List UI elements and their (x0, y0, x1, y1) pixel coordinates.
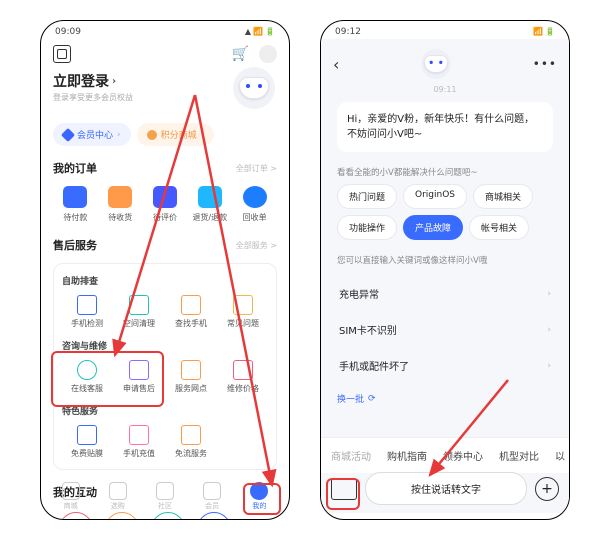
chevron-right-icon: › (547, 289, 551, 299)
login-label: 立即登录 (53, 71, 109, 91)
consult-title: 咨询与维修 (62, 339, 268, 352)
consult-service-point[interactable]: 服务网点 (166, 360, 216, 394)
btab-compare[interactable]: 机型对比 (499, 448, 539, 463)
self-find-phone[interactable]: 查找手机 (166, 295, 216, 329)
status-time-r: 09:12 (335, 27, 361, 37)
status-bar-r: 09:12 📶🔋 (321, 21, 569, 39)
bottom-tabs: 商城 选购 社区 会员 我的 (41, 478, 289, 515)
consult-online-service[interactable]: 在线客服 (62, 360, 112, 394)
tab-shop[interactable]: 选购 (109, 482, 127, 511)
btab-coupon[interactable]: 领券中心 (443, 448, 483, 463)
self-phone-check[interactable]: 手机检测 (62, 295, 112, 329)
phone-right: 09:12 📶🔋 ‹ ••• 09:11 Hi，亲爱的V粉，新年快乐！有什么问题… (320, 20, 570, 520)
refresh-icon: ⟳ (368, 394, 376, 404)
qa-sim[interactable]: SIM卡不识别› (333, 312, 557, 348)
btab-activity[interactable]: 商城活动 (331, 448, 371, 463)
feature-free-data[interactable]: 免流服务 (166, 425, 216, 459)
keyboard-button[interactable] (331, 478, 357, 500)
tab-mall[interactable]: 商城 (62, 482, 80, 511)
tab-member[interactable]: 会员 (203, 482, 221, 511)
order-recycle[interactable]: 回收单 (232, 186, 277, 223)
feature-free-film[interactable]: 免费贴膜 (62, 425, 112, 459)
feature-title: 特色服务 (62, 404, 268, 417)
status-bar: 09:09 ▲📶🔋 (41, 21, 289, 39)
feature-phone-recharge[interactable]: 手机充值 (114, 425, 164, 459)
btab-more[interactable]: 以 (555, 448, 565, 463)
all-orders-link[interactable]: 全部订单 > (236, 163, 277, 174)
coin-icon (147, 130, 157, 140)
member-center-pill[interactable]: 会员中心› (53, 123, 131, 146)
phone-left: 09:09 ▲📶🔋 🛒 立即登录 › 登录享受更多会员权益 会员中心› 积分商城… (40, 20, 290, 520)
orders-title: 我的订单 (53, 160, 97, 176)
bottom-tab-strip: 商城活动 购机指南 领券中心 机型对比 以 (321, 437, 569, 473)
status-time: 09:09 (55, 27, 81, 37)
tab-community[interactable]: 社区 (156, 482, 174, 511)
points-mall-pill[interactable]: 积分商城› (137, 123, 215, 146)
notify-icon[interactable] (259, 45, 277, 63)
chip-account[interactable]: 帐号相关 (469, 215, 529, 240)
self-space-clean[interactable]: 空间清理 (114, 295, 164, 329)
orders-row: 待付款 待收货 待评价 退货/退款 回收单 (53, 186, 277, 223)
status-icons: ▲📶🔋 (243, 27, 275, 37)
voice-input[interactable]: 按住说话转文字 (365, 472, 527, 505)
tab-mine[interactable]: 我的 (250, 482, 268, 511)
chevron-right-icon: › (547, 361, 551, 371)
chip-originos[interactable]: OriginOS (403, 184, 467, 209)
service-box: 自助排查 手机检测 空间清理 查找手机 常见问题 咨询与维修 在线客服 申请售后… (53, 263, 277, 470)
diamond-icon (61, 127, 75, 141)
consult-apply-after[interactable]: 申请售后 (114, 360, 164, 394)
chip-mall[interactable]: 商城相关 (473, 184, 533, 209)
bot-avatar (421, 49, 451, 79)
chevron-right-icon: › (547, 325, 551, 335)
chip-function[interactable]: 功能操作 (337, 215, 397, 240)
hint-categories: 看看全能的小V都能解决什么问题吧~ (337, 166, 553, 178)
qa-charging[interactable]: 充电异常› (333, 276, 557, 312)
qa-broken[interactable]: 手机或配件坏了› (333, 348, 557, 384)
shuffle-button[interactable]: 换一批⟳ (333, 384, 557, 413)
consult-repair-price[interactable]: 维修价格 (218, 360, 268, 394)
order-review[interactable]: 待评价 (143, 186, 188, 223)
cart-icon[interactable]: 🛒 (232, 46, 249, 62)
avatar[interactable] (233, 67, 275, 109)
self-faq[interactable]: 常见问题 (218, 295, 268, 329)
service-title: 售后服务 (53, 237, 97, 253)
self-check-title: 自助排查 (62, 274, 268, 287)
settings-icon[interactable] (53, 45, 71, 63)
chip-hot[interactable]: 热门问题 (337, 184, 397, 209)
btab-guide[interactable]: 购机指南 (387, 448, 427, 463)
chat-timestamp: 09:11 (333, 85, 557, 94)
chevron-right-icon: › (112, 76, 116, 87)
chip-product-fault[interactable]: 产品故障 (403, 215, 463, 240)
all-services-link[interactable]: 全部服务 > (236, 240, 277, 251)
order-pending-receive[interactable]: 待收货 (98, 186, 143, 223)
order-pending-pay[interactable]: 待付款 (53, 186, 98, 223)
greeting-bubble: Hi，亲爱的V粉，新年快乐！有什么问题，不妨问问小V吧~ (337, 102, 553, 152)
hint-keywords: 您可以直接输入关键词或像这样问小V哦 (337, 254, 553, 266)
order-refund[interactable]: 退货/退款 (187, 186, 232, 223)
plus-button[interactable]: + (535, 477, 559, 501)
back-button[interactable]: ‹ (333, 55, 339, 74)
more-button[interactable]: ••• (533, 57, 557, 71)
